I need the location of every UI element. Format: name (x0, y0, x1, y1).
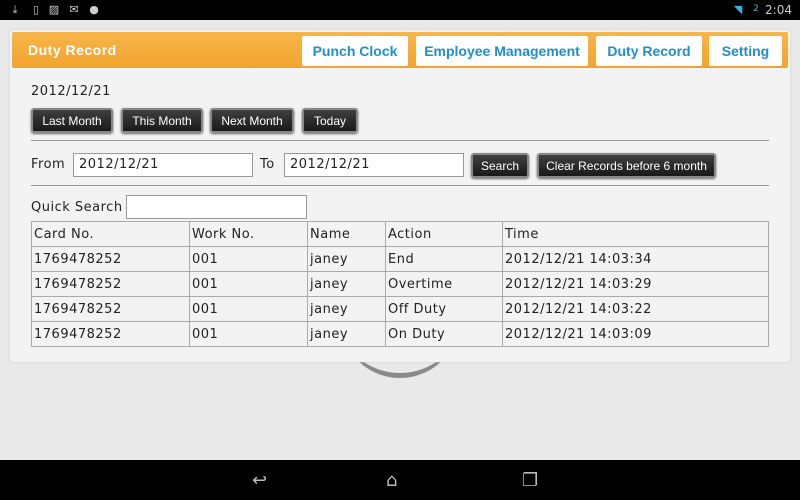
table-cell: 1769478252 (31, 246, 190, 272)
table-cell: 1769478252 (31, 271, 190, 297)
table-cell: janey (307, 321, 386, 347)
table-row[interactable]: 1769478252 001 janey Off Duty 2012/12/21 14:… (31, 296, 769, 322)
current-date: 2012/12/21 (31, 84, 111, 99)
table-cell: 001 (189, 296, 308, 322)
search-button[interactable]: Search (471, 153, 529, 178)
gmail-icon: ✉ (69, 3, 79, 16)
divider (31, 140, 769, 141)
records-table: Card No. Work No. Name Action Time 17694… (31, 221, 769, 347)
table-cell: On Duty (385, 321, 503, 347)
wifi-icon: ◥ (733, 3, 743, 16)
tab-duty-record[interactable]: Duty Record (596, 36, 702, 66)
android-icon: ● (89, 3, 99, 16)
quick-search-input[interactable] (126, 195, 307, 219)
table-row[interactable]: 1769478252 001 janey End 2012/12/21 14:03:34 (31, 246, 769, 272)
status-bar (0, 0, 800, 20)
column-header: Card No. (31, 221, 190, 247)
navigation-bar (0, 460, 800, 500)
table-cell: 2012/12/21 14:03:22 (502, 296, 769, 322)
download-icon: ⤓ (12, 3, 18, 16)
table-cell: janey (307, 246, 386, 272)
table-cell: 001 (189, 321, 308, 347)
from-date-input[interactable]: 2012/12/21 (73, 153, 253, 177)
table-cell: 001 (189, 271, 308, 297)
home-icon[interactable]: ⌂ (386, 470, 397, 491)
page-title: Duty Record (28, 42, 117, 58)
table-header-row: Card No. Work No. Name Action Time (31, 221, 769, 247)
table-cell: End (385, 246, 503, 272)
table-row[interactable]: 1769478252 001 janey On Duty 2012/12/21 14:0… (31, 321, 769, 347)
divider (31, 185, 769, 186)
table-cell: janey (307, 296, 386, 322)
next-month-button[interactable]: Next Month (210, 108, 294, 133)
table-cell: 2012/12/21 14:03:29 (502, 271, 769, 297)
column-header: Work No. (189, 221, 308, 247)
today-button[interactable]: Today (302, 108, 358, 133)
this-month-button[interactable]: This Month (121, 108, 203, 133)
tab-punch-clock[interactable]: Punch Clock (302, 36, 408, 66)
table-cell: 001 (189, 246, 308, 272)
quick-search-label: Quick Search (31, 200, 123, 215)
table-cell: janey (307, 271, 386, 297)
tab-setting[interactable]: Setting (709, 36, 782, 66)
table-cell: Off Duty (385, 296, 503, 322)
clear-records-button[interactable]: Clear Records before 6 month (537, 153, 716, 178)
table-cell: 1769478252 (31, 321, 190, 347)
clock: 2:04 (765, 3, 792, 17)
from-label: From (31, 157, 66, 172)
table-cell: 2012/12/21 14:03:34 (502, 246, 769, 272)
last-month-button[interactable]: Last Month (31, 108, 113, 133)
battery-icon: 2 (753, 4, 759, 14)
column-header: Time (502, 221, 769, 247)
tab-employee-management[interactable]: Employee Management (416, 36, 588, 66)
column-header: Action (385, 221, 503, 247)
column-header: Name (307, 221, 386, 247)
image-icon: ▨ (48, 3, 60, 16)
table-cell: Overtime (385, 271, 503, 297)
table-cell: 2012/12/21 14:03:09 (502, 321, 769, 347)
table-cell: 1769478252 (31, 296, 190, 322)
to-date-input[interactable]: 2012/12/21 (284, 153, 464, 177)
recent-apps-icon[interactable]: ❐ (522, 470, 538, 491)
table-row[interactable]: 1769478252 001 janey Overtime 2012/12/21 14:… (31, 271, 769, 297)
back-icon[interactable]: ↩ (252, 470, 267, 491)
to-label: To (260, 157, 275, 172)
sd-download-icon: ▯ (32, 3, 40, 16)
